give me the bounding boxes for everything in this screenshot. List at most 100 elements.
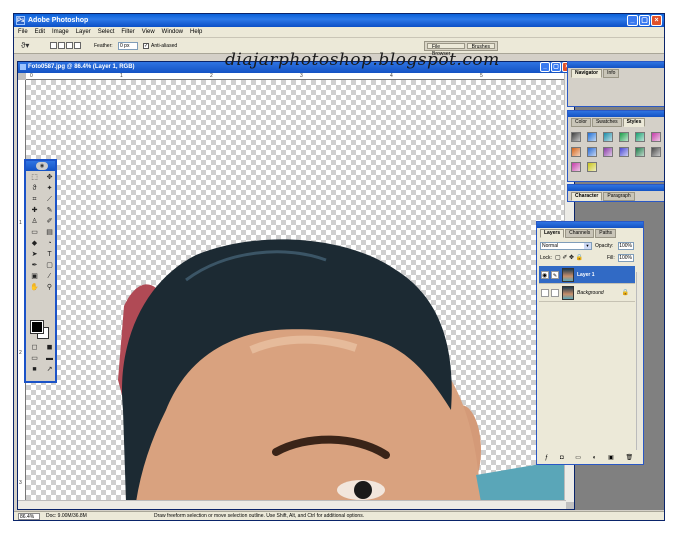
tab-channels[interactable]: Channels [565,229,595,238]
style-swatch[interactable] [635,147,645,157]
layers-scrollbar[interactable] [636,272,642,450]
lasso-icon[interactable]: ϑ [28,184,41,194]
document-size[interactable]: Doc: 9.00M/36.8M [46,512,87,520]
tab-color[interactable]: Color [571,118,591,127]
feather-input[interactable]: 0 px [118,42,138,50]
menu-view[interactable]: View [142,27,155,37]
magic-wand-icon[interactable]: ✦ [43,184,56,194]
menu-window[interactable]: Window [162,27,183,37]
eraser-icon[interactable]: ▭ [28,228,41,238]
tool-preset-lasso-icon[interactable]: ϑ▾ [21,41,35,51]
quick-mask-standard-icon[interactable]: ◻ [28,343,41,353]
file-browser-tab[interactable]: File Browser [427,43,465,57]
eye-logo-icon[interactable]: ◉ [36,162,48,170]
style-swatch[interactable] [587,132,597,142]
intersect-selection-icon[interactable] [74,42,81,49]
style-swatch[interactable] [635,132,645,142]
menu-file[interactable]: File [18,27,28,37]
menu-edit[interactable]: Edit [35,27,45,37]
document-horizontal-scrollbar[interactable] [18,500,566,509]
tab-paths[interactable]: Paths [595,229,617,238]
document-maximize-button[interactable]: ▢ [551,62,561,72]
marquee-icon[interactable]: ⬚ [28,173,41,183]
close-button[interactable]: × [651,15,662,26]
screen-mode-standard-icon[interactable]: ▭ [28,354,41,364]
tab-navigator[interactable]: Navigator [571,69,603,78]
hand-icon[interactable]: ✋ [28,283,41,293]
tab-info[interactable]: Info [603,69,620,78]
style-swatch[interactable] [651,147,661,157]
brush-link-icon[interactable] [551,289,559,297]
new-layer-icon[interactable]: ▣ [608,454,614,462]
image-canvas[interactable] [26,80,564,502]
style-swatch[interactable] [603,147,613,157]
style-swatch[interactable] [619,147,629,157]
tab-styles[interactable]: Styles [622,118,646,127]
quick-mask-icon[interactable]: ◼ [43,343,56,353]
menu-help[interactable]: Help [190,27,202,37]
visibility-eye-icon[interactable]: ◉ [541,271,549,279]
fill-input[interactable]: 100% [618,254,634,262]
path-select-icon[interactable]: ➤ [28,250,41,260]
blur-icon[interactable]: ◆ [28,239,41,249]
blend-mode-select[interactable]: Normal ▼ [540,242,592,250]
visibility-eye-icon[interactable] [541,289,549,297]
brush-link-icon[interactable]: ✎ [551,271,559,279]
maximize-button[interactable]: ▢ [639,15,650,26]
history-brush-icon[interactable]: ✐ [43,217,56,227]
minimize-button[interactable]: _ [627,15,638,26]
brushes-tab[interactable]: Brushes [466,43,495,50]
foreground-color-swatch[interactable] [30,320,44,334]
menu-filter[interactable]: Filter [121,27,134,37]
tab-swatches[interactable]: Swatches [591,118,622,127]
style-swatch[interactable] [603,132,613,142]
shape-icon[interactable]: ▢ [43,261,56,271]
healing-icon[interactable]: ✚ [28,206,41,216]
menu-select[interactable]: Select [98,27,115,37]
ruler-horizontal[interactable]: 0 1 2 3 4 5 [26,73,564,80]
jump-to-imageready-icon[interactable]: ↗ [43,365,56,375]
gradient-icon[interactable]: ▤ [43,228,56,238]
subtract-selection-icon[interactable] [66,42,73,49]
type-icon[interactable]: T [43,250,56,260]
opacity-input[interactable]: 100% [618,242,634,250]
layer-style-icon[interactable]: ƒ [545,454,548,462]
slice-icon[interactable]: ⟋ [43,195,56,205]
screen-mode-full-menu-icon[interactable]: ▬ [43,354,56,364]
menu-layer[interactable]: Layer [76,27,91,37]
layer-row-layer-1[interactable]: ◉ ✎ Layer 1 [539,266,635,284]
document-minimize-button[interactable]: _ [540,62,550,72]
adjustment-layer-icon[interactable]: ◐ [593,454,597,462]
zoom-icon[interactable]: ⚲ [43,283,56,293]
zoom-field[interactable]: 86.4% [18,513,40,520]
tab-character[interactable]: Character [571,192,603,201]
stamp-icon[interactable]: ♙ [28,217,41,227]
dodge-icon[interactable]: ◔ [43,239,56,249]
eyedropper-icon[interactable]: ⁄ [43,272,56,282]
style-swatch[interactable] [619,132,629,142]
screen-mode-full-icon[interactable]: ■ [28,365,41,375]
crop-icon[interactable]: ⌗ [28,195,41,205]
tab-layers[interactable]: Layers [540,229,565,238]
style-swatch[interactable] [571,132,581,142]
layer-row-background[interactable]: Background 🔒 [539,284,635,302]
brush-icon[interactable]: ✎ [43,206,56,216]
style-swatch[interactable] [571,147,581,157]
tab-paragraph[interactable]: Paragraph [603,192,635,201]
toolbox-header[interactable]: ◉ [26,161,55,171]
lock-icons[interactable]: ▢ ✐ ✥ 🔒 [555,254,583,261]
style-swatch[interactable] [587,147,597,157]
menu-image[interactable]: Image [52,27,69,37]
add-selection-icon[interactable] [58,42,65,49]
new-selection-icon[interactable] [50,42,57,49]
trash-icon[interactable]: 🗑 [625,454,633,462]
style-swatch[interactable] [571,162,581,172]
style-swatch[interactable] [587,162,597,172]
anti-aliased-checkbox[interactable]: ✓ [143,43,149,49]
mask-icon[interactable]: ◘ [560,454,564,462]
new-set-icon[interactable]: ▭ [575,454,581,462]
pen-icon[interactable]: ✒ [28,261,41,271]
move-icon[interactable]: ✥ [43,173,56,183]
style-swatch[interactable] [651,132,661,142]
notes-icon[interactable]: ▣ [28,272,41,282]
